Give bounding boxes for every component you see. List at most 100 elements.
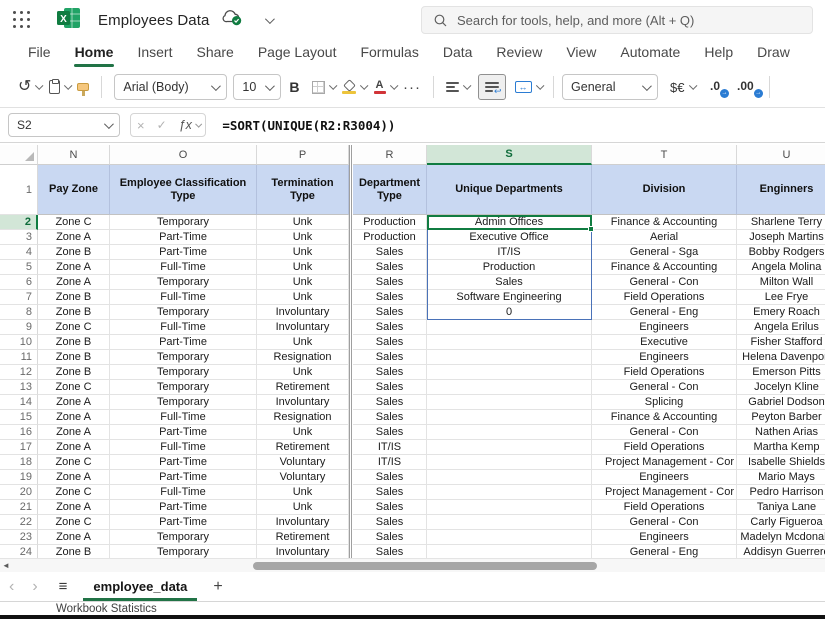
cell-U11[interactable]: Helena Davenport [737,350,825,365]
cell-O8[interactable]: Temporary [110,305,257,320]
cell-T20[interactable]: Project Management - Cor [592,485,737,500]
cell-N23[interactable]: Zone A [38,530,110,545]
cell-R16[interactable]: Sales [353,425,427,440]
cell-R7[interactable]: Sales [353,290,427,305]
cell-U12[interactable]: Emerson Pitts [737,365,825,380]
cell-S22[interactable] [427,515,592,530]
cell-S9[interactable] [427,320,592,335]
cell-O13[interactable]: Temporary [110,380,257,395]
cell-U24[interactable]: Addisyn Guerrero [737,545,825,558]
cell-P2[interactable]: Unk [257,215,349,230]
undo-chevron-icon[interactable] [36,82,44,90]
font-color-chevron-icon[interactable] [390,82,398,90]
cell-R8[interactable]: Sales [353,305,427,320]
cell-R15[interactable]: Sales [353,410,427,425]
cell-U23[interactable]: Madelyn Mcdonald [737,530,825,545]
cell-S20[interactable] [427,485,592,500]
menu-tab-insert[interactable]: Insert [125,40,184,67]
cell-N19[interactable]: Zone A [38,470,110,485]
cell-T19[interactable]: Engineers [592,470,737,485]
cell-N2[interactable]: Zone C [38,215,110,230]
currency-chevron-icon[interactable] [689,82,697,90]
cell-S11[interactable] [427,350,592,365]
menu-tab-view[interactable]: View [554,40,608,67]
paste-chevron-icon[interactable] [64,82,72,90]
align-chevron-icon[interactable] [463,82,471,90]
cell-P15[interactable]: Resignation [257,410,349,425]
cell-N16[interactable]: Zone A [38,425,110,440]
cell-R24[interactable]: Sales [353,545,427,558]
cell-O24[interactable]: Temporary [110,545,257,558]
row-header-2[interactable]: 2 [0,215,38,230]
cell-S14[interactable] [427,395,592,410]
borders-chevron-icon[interactable] [329,82,337,90]
cell-U7[interactable]: Lee Frye [737,290,825,305]
workbook-statistics-button[interactable]: Workbook Statistics [56,603,157,615]
row-header-9[interactable]: 9 [0,320,38,335]
cell-N10[interactable]: Zone B [38,335,110,350]
cell-T9[interactable]: Engineers [592,320,737,335]
cell-S6[interactable]: Sales [427,275,592,290]
cell-P11[interactable]: Resignation [257,350,349,365]
cell-U4[interactable]: Bobby Rodgers [737,245,825,260]
cell-U16[interactable]: Nathen Arias [737,425,825,440]
cell-N4[interactable]: Zone B [38,245,110,260]
cell-P13[interactable]: Retirement [257,380,349,395]
column-header-N[interactable]: N [38,145,110,165]
cell-T10[interactable]: Executive [592,335,737,350]
cell-P17[interactable]: Retirement [257,440,349,455]
cell-T15[interactable]: Finance & Accounting [592,410,737,425]
insert-function-button[interactable]: ƒx [179,118,200,132]
cell-U9[interactable]: Angela Erilus [737,320,825,335]
menu-tab-automate[interactable]: Automate [608,40,692,67]
cell-N18[interactable]: Zone C [38,455,110,470]
app-launcher-icon[interactable] [13,11,31,29]
row-header-24[interactable]: 24 [0,545,38,558]
fill-color-button[interactable] [338,77,370,98]
cell-O20[interactable]: Full-Time [110,485,257,500]
cell-N7[interactable]: Zone B [38,290,110,305]
row-header-13[interactable]: 13 [0,380,38,395]
enter-icon[interactable]: ✓ [157,118,167,132]
horizontal-scrollbar-thumb[interactable] [253,562,597,570]
cell-N15[interactable]: Zone A [38,410,110,425]
font-color-button[interactable]: A [370,76,400,98]
bold-button[interactable]: B [281,77,307,97]
select-all-corner[interactable] [0,145,38,165]
menu-tab-home[interactable]: Home [63,40,126,67]
column-header-S[interactable]: S [427,145,592,165]
cell-S16[interactable] [427,425,592,440]
cell-N22[interactable]: Zone C [38,515,110,530]
cell-T17[interactable]: Field Operations [592,440,737,455]
column-header-T[interactable]: T [592,145,737,165]
row-header-1[interactable]: 1 [0,165,38,215]
cell-O12[interactable]: Temporary [110,365,257,380]
cell-N24[interactable]: Zone B [38,545,110,558]
cell-R23[interactable]: Sales [353,530,427,545]
row-header-16[interactable]: 16 [0,425,38,440]
cell-R20[interactable]: Sales [353,485,427,500]
cell-T8[interactable]: General - Eng [592,305,737,320]
row-header-5[interactable]: 5 [0,260,38,275]
cell-U10[interactable]: Fisher Stafford [737,335,825,350]
menu-tab-file[interactable]: File [16,40,63,67]
paste-button[interactable] [45,76,74,98]
cell-N21[interactable]: Zone A [38,500,110,515]
wrap-text-button[interactable]: ↩ [478,74,506,100]
align-button[interactable] [442,78,473,96]
row-header-15[interactable]: 15 [0,410,38,425]
cell-P21[interactable]: Unk [257,500,349,515]
cell-O6[interactable]: Temporary [110,275,257,290]
cell-S10[interactable] [427,335,592,350]
cell-N6[interactable]: Zone A [38,275,110,290]
cell-T7[interactable]: Field Operations [592,290,737,305]
cell-P5[interactable]: Unk [257,260,349,275]
document-title[interactable]: Employees Data [98,12,209,29]
row-header-18[interactable]: 18 [0,455,38,470]
merge-center-button[interactable]: ↔ [511,77,546,97]
cell-S8[interactable]: 0 [427,305,592,320]
font-size-select[interactable]: 10 [233,74,281,100]
cell-U6[interactable]: Milton Wall [737,275,825,290]
row-header-21[interactable]: 21 [0,500,38,515]
cell-R19[interactable]: Sales [353,470,427,485]
